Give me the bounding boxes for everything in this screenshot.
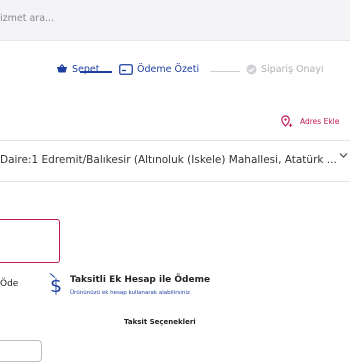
cart-icon xyxy=(57,64,67,73)
search-bar[interactable]: izmet ara... xyxy=(0,0,350,41)
step-connector-complete xyxy=(80,71,112,73)
svg-text:$: $ xyxy=(50,275,62,297)
step-connector-pending xyxy=(210,71,240,72)
step-summary-label: Ödeme Özeti xyxy=(137,64,200,75)
search-input[interactable]: izmet ara... xyxy=(0,13,54,24)
step-approval-label: Sipariş Onayı xyxy=(261,64,324,75)
installment-option-box[interactable] xyxy=(0,340,42,362)
step-approval: Sipariş Onayı xyxy=(246,64,324,75)
card-icon xyxy=(119,64,133,75)
installment-options-heading: Taksit Seçenekleri xyxy=(124,318,196,326)
step-summary[interactable]: Ödeme Özeti xyxy=(119,64,199,75)
installment-title[interactable]: Taksitli Ek Hesap ile Ödeme xyxy=(70,275,210,285)
address-selected-text: Daire:1 Edremit/Balıkesir (Altınoluk (İs… xyxy=(0,154,337,166)
dollar-installment-icon: $ xyxy=(49,273,62,297)
location-plus-icon xyxy=(281,114,293,127)
payment-card-option[interactable] xyxy=(0,219,60,263)
pay-option-label[interactable]: Öde xyxy=(0,279,18,289)
add-address-button[interactable]: Adres Ekle xyxy=(280,110,339,132)
chevron-down-icon[interactable] xyxy=(339,152,348,159)
step-cart-label: Sepet xyxy=(72,64,100,75)
check-circle-icon xyxy=(246,64,257,75)
step-cart[interactable]: Sepet xyxy=(56,64,99,75)
add-address-label: Adres Ekle xyxy=(300,116,340,126)
address-select[interactable]: Daire:1 Edremit/Balıkesir (Altınoluk (İs… xyxy=(0,140,350,182)
checkout-stepper: Sepet Ödeme Özeti Sipariş Onayı xyxy=(0,60,350,82)
installment-subtitle: Ürününüzü ek hesap kullanarak alabilirsi… xyxy=(70,290,192,296)
